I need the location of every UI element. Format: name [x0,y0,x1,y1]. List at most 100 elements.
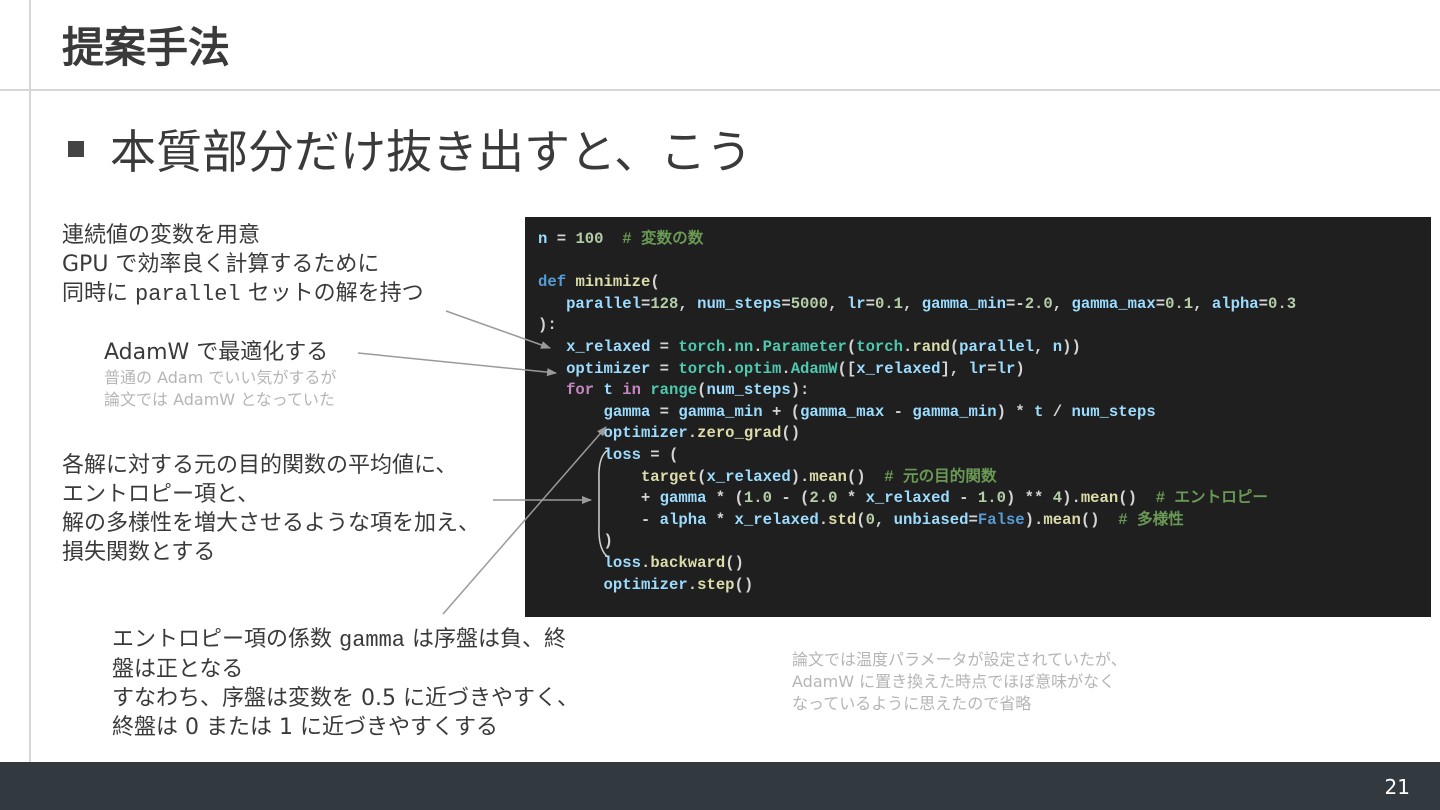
code-token: = [968,510,978,529]
code-token: ) ** [1005,489,1053,508]
code-line: loss = ( [538,445,1431,467]
code-block: n = 100 # 変数の数 def minimize( parallel=128… [525,217,1431,617]
code-token: std [828,510,857,529]
note-line: 解の多様性を増大させるような項を加え、 [62,511,481,536]
code-token: rand [912,337,950,356]
code-token: = [987,359,997,378]
code-token: ) * [996,402,1035,421]
note-line: GPU で効率良く計算するために [62,252,380,277]
code-token: , [903,294,922,313]
slide-title: 提案手法 [62,23,231,72]
code-token: () [734,575,754,594]
code-token: gamma [603,402,651,421]
code-token: alpha [659,510,707,529]
note-line: 各解に対する元の目的関数の平均値に、 [62,453,458,478]
code-token: () [725,553,744,572]
code-token: Parameter [762,337,847,356]
code-token: = [1155,294,1166,313]
code-token: ). [790,467,810,486]
code-token: ) [1015,359,1025,378]
code-token: 128 [650,294,679,313]
note-text: エントロピー項の係数 [112,627,339,652]
code-token: AdamW [790,359,838,378]
code-token: = [650,402,679,421]
code-line: + gamma * (1.0 - (2.0 * x_relaxed - 1.0)… [538,488,1431,510]
code-token: zero_grad [697,424,782,443]
code-token: ) [538,532,613,551]
code-token: lr [968,359,988,378]
code-token: parallel [566,294,641,313]
code-token: step [697,575,735,594]
code-token: mean [1080,489,1119,508]
code-token: torch [678,359,726,378]
code-token: t [1034,402,1044,421]
aside-line: なっているように思えたので省略 [792,694,1032,713]
code-token: = [547,230,576,248]
code-token: 0.3 [1268,294,1297,313]
note-adamw-aside: 普通の Adam でいい気がするが 論文では AdamW となっていた [104,367,336,411]
aside-line: 普通の Adam でいい気がするが [104,368,337,387]
code-token: = [781,294,791,313]
code-token: , [1034,337,1053,356]
code-token: torch [856,337,904,356]
code-token: = [865,294,875,313]
code-token: optim [734,359,782,378]
code-line: optimizer.step() [538,575,1431,597]
code-token: optimizer [566,359,651,378]
code-token: loss [603,553,641,572]
code-token: gamma_max [1071,294,1156,313]
code-token: num_steps [697,294,782,313]
code-token: 2.0 [1024,294,1053,313]
footer-bar: 21 [0,762,1440,810]
code-token: / [1043,402,1072,421]
code-token: =- [1005,294,1025,313]
code-token: )) [1062,337,1081,356]
note-loss-function: 各解に対する元の目的関数の平均値に、 エントロピー項と、 解の多様性を増大させる… [62,451,480,567]
code-token: * [837,489,866,508]
code-token: optimizer [603,424,688,443]
code-line: optimizer.zero_grad() [538,423,1431,445]
code-token: x_relaxed [734,510,819,529]
code-token: () [846,467,885,486]
code-token: 100 [575,230,604,248]
code-token: gamma_min [912,402,997,421]
note-line: 終盤は 0 または 1 に近づきやすくする [112,715,498,740]
note-line: すなわち、序盤は変数を 0.5 に近づきやすく、 [112,686,579,711]
code-token: * [706,510,735,529]
code-token: ( [856,510,866,529]
aside-line: 論文では AdamW となっていた [104,390,335,409]
code-token: x_relaxed [856,359,941,378]
code-token: 0 [865,510,875,529]
code-token: = [1258,294,1269,313]
code-token: ): [538,316,557,335]
code-token: = [640,294,651,313]
code-token: gamma_min [921,294,1006,313]
note-text: は序盤は負、終 [405,627,567,652]
code-token: nn [734,337,754,356]
code-token: minimize [575,273,651,292]
code-token: 2.0 [809,489,838,508]
code-line: gamma = gamma_min + (gamma_max - gamma_m… [538,402,1431,424]
code-line: ) [538,531,1431,553]
code-token: , [678,294,698,313]
code-token: False [977,510,1025,529]
note-line: エントロピー項と、 [62,482,260,507]
code-token: . [781,359,791,378]
code-token: = [650,359,679,378]
code-token: + ( [762,402,801,421]
code-token: , [1052,294,1072,313]
code-token: gamma_min [678,402,763,421]
code-token: n [538,230,548,248]
code-line: parallel=128, num_steps=5000, lr=0.1, ga… [538,294,1431,316]
